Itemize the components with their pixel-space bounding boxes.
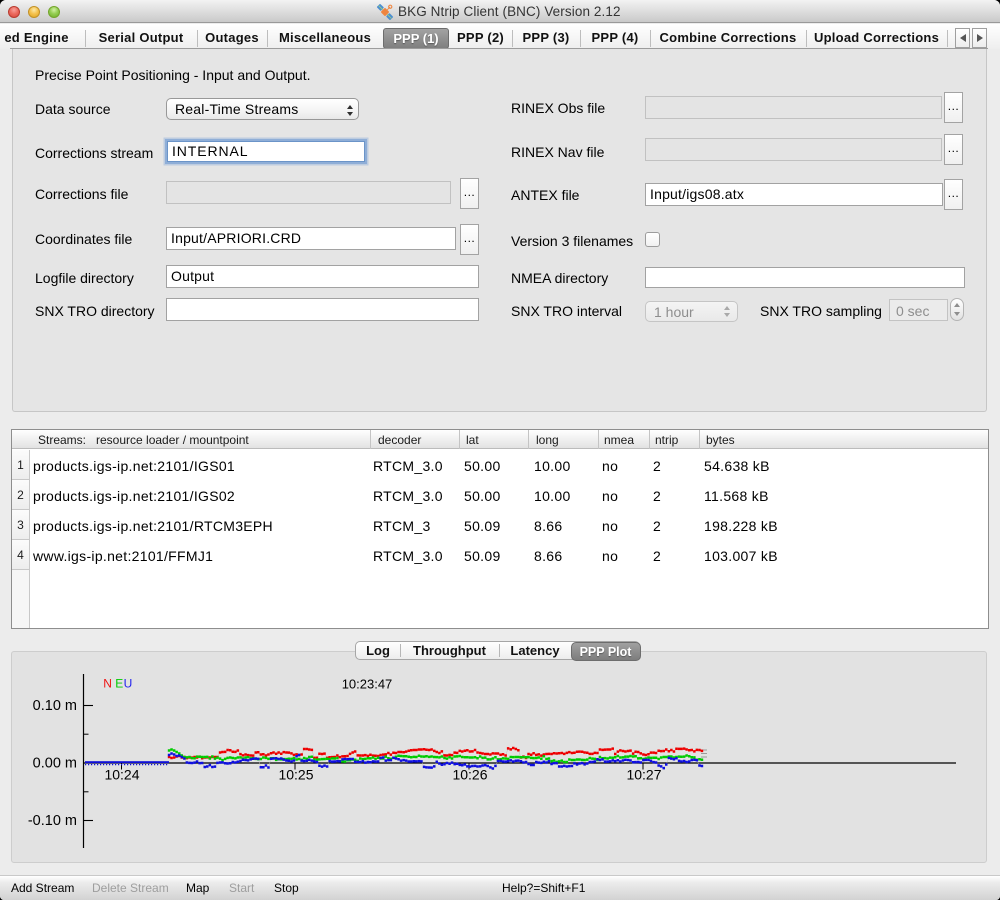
svg-text:10:27: 10:27	[626, 767, 661, 783]
svg-text:10:26: 10:26	[452, 767, 487, 783]
svg-text:10:23:47: 10:23:47	[342, 677, 393, 692]
svg-text:N: N	[103, 677, 112, 691]
svg-text:U: U	[124, 677, 133, 691]
svg-text:0.00 m: 0.00 m	[33, 756, 77, 772]
svg-text:E: E	[115, 677, 123, 691]
svg-text:0.10 m: 0.10 m	[33, 698, 77, 714]
svg-text:10:25: 10:25	[278, 767, 313, 783]
svg-text:-0.10 m: -0.10 m	[28, 813, 77, 829]
svg-text:10:24: 10:24	[104, 767, 139, 783]
